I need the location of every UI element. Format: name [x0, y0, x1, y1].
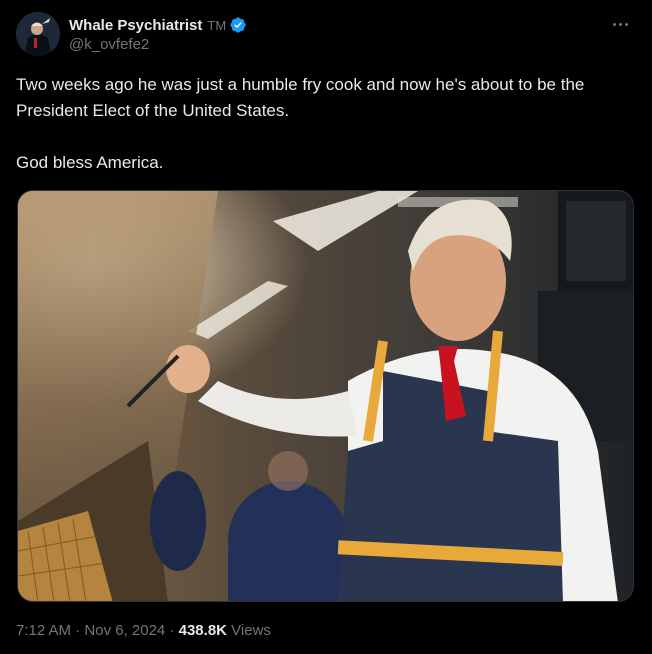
author-handle[interactable]: @k_ovfefe2 — [69, 36, 247, 53]
tweet-card: Whale Psychiatrist TM @k_ovfefe2 Two wee… — [0, 0, 652, 654]
views-label: Views — [231, 622, 271, 639]
display-name-suffix: TM — [207, 17, 227, 33]
verified-badge-icon — [230, 17, 246, 33]
tweet-header: Whale Psychiatrist TM @k_ovfefe2 — [16, 12, 636, 58]
photo-illustration — [18, 191, 633, 601]
views-count[interactable]: 438.8K — [179, 622, 227, 639]
tweet-date[interactable]: Nov 6, 2024 — [84, 622, 165, 639]
author-names: Whale Psychiatrist TM @k_ovfefe2 — [69, 15, 247, 53]
avatar[interactable] — [16, 12, 60, 56]
tweet-photo[interactable] — [17, 190, 634, 602]
more-options-icon[interactable] — [608, 16, 632, 32]
tweet-text-line-1: Two weeks ago he was just a humble fry c… — [16, 75, 585, 120]
tweet-text: Two weeks ago he was just a humble fry c… — [16, 72, 636, 176]
meta-separator: · — [169, 622, 175, 639]
meta-separator: · — [75, 622, 81, 639]
display-name[interactable]: Whale Psychiatrist — [69, 17, 202, 34]
tweet-meta: 7:12 AM · Nov 6, 2024 · 438.8K Views — [16, 622, 271, 639]
tweet-text-line-2: God bless America. — [16, 153, 164, 172]
tweet-time[interactable]: 7:12 AM — [16, 622, 71, 639]
